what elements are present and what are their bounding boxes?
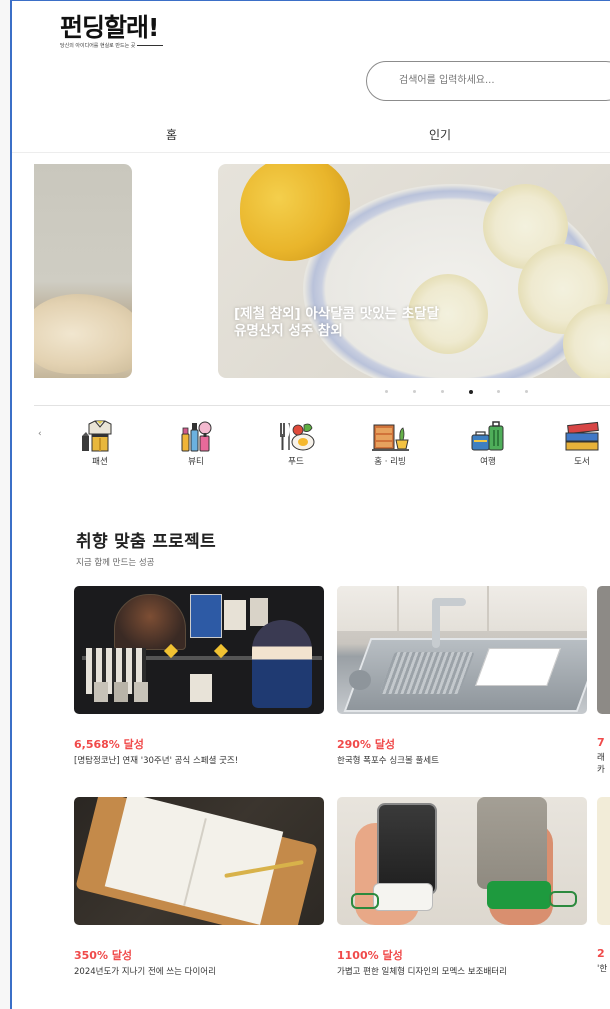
pagination-dot[interactable] [385, 390, 388, 393]
project-title: [명탐정코난] 연재 '30주년' 공식 스페셜 굿즈! [74, 756, 239, 766]
logo-text: 펀딩할래! [60, 13, 159, 42]
project-title: '한 [597, 964, 608, 974]
project-image [597, 586, 610, 714]
travel-icon [471, 421, 504, 451]
pagination-dot[interactable] [441, 390, 444, 393]
category-prev-arrow[interactable]: ‹ [38, 429, 42, 439]
pagination-dot[interactable] [413, 390, 416, 393]
search-input[interactable] [397, 74, 601, 87]
window-left-frame [0, 0, 12, 1009]
funding-percentage: 2 [597, 947, 605, 960]
books-icon [565, 421, 599, 451]
project-card[interactable]: 290% 달성 한국형 폭포수 싱크볼 풀세트 [337, 586, 587, 767]
project-card-partial[interactable]: 7 래 카 [597, 586, 610, 776]
nav-tab-home[interactable]: 홈 [166, 126, 177, 143]
pagination-dot[interactable] [497, 390, 500, 393]
project-card-partial[interactable]: 2 '한 [597, 797, 610, 975]
banner-slide-current[interactable]: [제철 참외] 아삭달콤 맛있는 초달달 유명산지 성주 참외 [218, 164, 610, 378]
category-home-living[interactable]: 홈 · 리빙 [360, 420, 420, 467]
banner-caption-line2: 유명산지 성주 참외 [234, 323, 343, 339]
fashion-icon [82, 420, 112, 452]
banner-caption: [제철 참외] 아삭달콤 맛있는 초달달 유명산지 성주 참외 [234, 306, 439, 340]
project-card[interactable]: 1100% 달성 가볍고 편한 일체형 디자인의 모멕스 보조배터리 [337, 797, 587, 978]
site-logo[interactable]: 펀딩할래! 당신의 아이디어를 현실로 만드는 곳 [60, 13, 164, 49]
beauty-icon [181, 421, 212, 452]
section-divider [34, 405, 610, 406]
pagination-dot[interactable] [525, 390, 528, 393]
category-label: 여행 [480, 457, 496, 467]
project-title: 한국형 폭포수 싱크볼 풀세트 [337, 756, 439, 766]
pagination-dot-active[interactable] [469, 389, 473, 394]
project-image [337, 797, 587, 925]
nav-divider [12, 152, 610, 153]
category-label: 홈 · 리빙 [374, 457, 406, 467]
project-title: 2024년도가 지나기 전에 쓰는 다이어리 [74, 967, 216, 977]
category-books[interactable]: 도서 [552, 420, 610, 467]
funding-percentage: 350% 달성 [74, 949, 133, 962]
section-subtitle: 지금 함께 만드는 성공 [76, 558, 155, 568]
project-title: 가볍고 편한 일체형 디자인의 모멕스 보조배터리 [337, 967, 507, 977]
food-icon [280, 423, 315, 451]
category-fashion[interactable]: 패션 [70, 420, 130, 467]
category-label: 푸드 [288, 457, 304, 467]
project-image [74, 797, 324, 925]
banner-previous-image [34, 294, 132, 374]
category-food[interactable]: 푸드 [266, 420, 326, 467]
category-travel[interactable]: 여행 [458, 420, 518, 467]
category-label: 뷰티 [188, 457, 204, 467]
banner-slide-previous[interactable] [34, 164, 132, 378]
section-title: 취향 맞춤 프로젝트 [76, 532, 216, 552]
funding-percentage: 1100% 달성 [337, 949, 403, 962]
search-bar[interactable] [366, 61, 610, 101]
home-living-icon [372, 424, 409, 451]
category-label: 패션 [92, 457, 108, 467]
project-image [74, 586, 324, 714]
funding-percentage: 6,568% 달성 [74, 738, 144, 751]
banner-caption-line1: [제철 참외] 아삭달콤 맛있는 초달달 [234, 306, 440, 322]
funding-percentage: 290% 달성 [337, 738, 396, 751]
nav-tab-popular[interactable]: 인기 [429, 126, 451, 143]
project-card[interactable]: 350% 달성 2024년도가 지나기 전에 쓰는 다이어리 [74, 797, 324, 978]
logo-tagline: 당신의 아이디어를 현실로 만드는 곳 [60, 43, 136, 49]
funding-percentage: 7 [597, 736, 605, 749]
project-card[interactable]: 6,568% 달성 [명탐정코난] 연재 '30주년' 공식 스페셜 굿즈! [74, 586, 324, 767]
logo-tagline-line [137, 45, 164, 46]
project-title-line2: 카 [597, 765, 605, 775]
project-image [337, 586, 587, 714]
category-label: 도서 [574, 457, 590, 467]
category-beauty[interactable]: 뷰티 [166, 420, 226, 467]
project-image [597, 797, 610, 925]
project-title: 래 [597, 753, 605, 763]
window-top-border [10, 0, 610, 1]
